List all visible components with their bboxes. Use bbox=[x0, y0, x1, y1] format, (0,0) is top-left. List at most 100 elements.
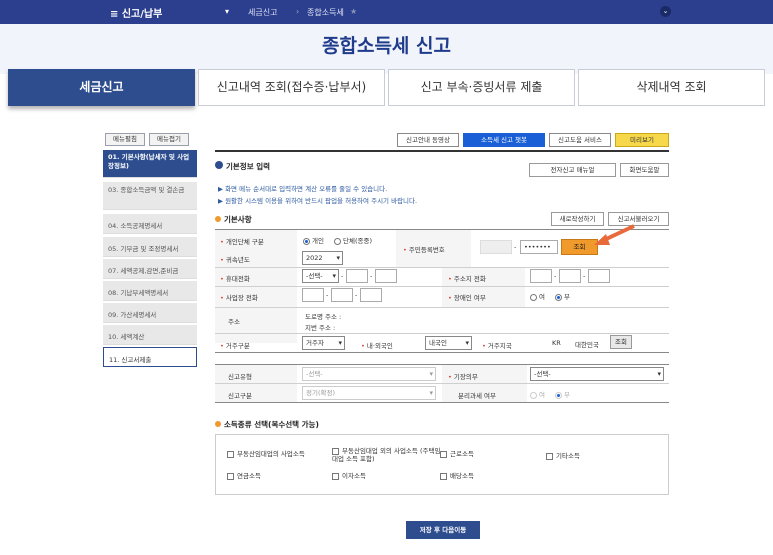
bookkeeping-label: • 기장의무 bbox=[448, 373, 478, 381]
tab-tax-return[interactable]: 세금신고 bbox=[8, 69, 195, 106]
rrn-back-field[interactable]: ••••••• bbox=[520, 240, 558, 254]
divider bbox=[215, 383, 669, 384]
chevron-down-icon[interactable]: ⌄ bbox=[660, 6, 671, 17]
main-menu-button[interactable]: ≡ 신고/납부 bbox=[110, 5, 162, 20]
disabled-label: • 장애인 여부 bbox=[448, 294, 486, 302]
dash: - bbox=[554, 272, 557, 280]
year-select[interactable]: 2022 bbox=[302, 251, 343, 265]
expand-menu-button[interactable]: 메뉴펼침 bbox=[105, 133, 145, 146]
breadcrumb-income-tax[interactable]: 종합소득세 bbox=[307, 7, 344, 18]
breadcrumb-tax-return[interactable]: 세금신고 bbox=[248, 7, 277, 18]
info-bullet-icon bbox=[215, 161, 223, 169]
income-rental-checkbox[interactable]: 부동산임대업의 사업소득 bbox=[227, 448, 305, 458]
income-pension-checkbox[interactable]: 연금소득 bbox=[227, 470, 261, 480]
favorite-star-icon[interactable]: ★ bbox=[350, 7, 357, 16]
biz-phone-label: • 사업장 전화 bbox=[220, 294, 258, 302]
checkbox-icon[interactable] bbox=[546, 452, 553, 460]
person-type-individual[interactable]: 개인 bbox=[303, 235, 324, 245]
road-address: 도로명 주소 : bbox=[305, 313, 342, 321]
income-box bbox=[215, 434, 669, 495]
radio-icon[interactable] bbox=[530, 391, 537, 399]
tab-attachments[interactable]: 신고 부속·증빙서류 제출 bbox=[388, 69, 575, 106]
income-business-checkbox[interactable]: 부동산임대업 외의 사업소득 (주택임대업 소득 포함) bbox=[332, 447, 442, 463]
mobile-prefix-select[interactable]: -선택- bbox=[302, 269, 339, 283]
radio-selected-icon[interactable] bbox=[303, 237, 310, 245]
disabled-yes[interactable]: 여 bbox=[530, 291, 545, 301]
section-basic-info: 기본정보 입력 bbox=[215, 161, 270, 172]
sidebar-item-prepaid[interactable]: 08. 기납부세액명세서 bbox=[103, 281, 197, 301]
home-phone-2-field[interactable] bbox=[559, 269, 581, 283]
section-basic-label: 기본사항 bbox=[224, 215, 252, 224]
divider bbox=[215, 267, 669, 268]
mobile-label: • 휴대전화 bbox=[220, 275, 250, 283]
address-label: 주소 bbox=[228, 318, 240, 326]
checkbox-icon[interactable] bbox=[332, 447, 339, 455]
nationality-select[interactable]: 내국인 bbox=[425, 336, 472, 350]
income-interest-checkbox[interactable]: 이자소득 bbox=[332, 470, 366, 480]
biz-phone-1-field[interactable] bbox=[302, 288, 324, 302]
mobile-last-field[interactable] bbox=[375, 269, 397, 283]
income-wage-checkbox[interactable]: 근로소득 bbox=[440, 448, 474, 458]
breadcrumb-separator-icon: › bbox=[296, 7, 300, 16]
dash: - bbox=[370, 272, 373, 280]
menu-dropdown-icon[interactable]: ▾ bbox=[225, 7, 229, 16]
filing-kind-select[interactable]: 정기(확정) bbox=[302, 386, 436, 400]
collapse-menu-button[interactable]: 메뉴접기 bbox=[149, 133, 189, 146]
guide-video-button[interactable]: 신고안내 동영상 bbox=[397, 133, 459, 147]
country-code: KR bbox=[552, 339, 561, 347]
checkbox-icon[interactable] bbox=[227, 450, 234, 458]
sidebar-item-basic[interactable]: 01. 기본사항(납세자 및 사업장정보) bbox=[103, 150, 197, 178]
radio-selected-icon[interactable] bbox=[555, 293, 562, 301]
home-phone-1-field[interactable] bbox=[530, 269, 552, 283]
sidebar-item-credit[interactable]: 07. 세액공제,감면,준비금 bbox=[103, 259, 197, 279]
radio-selected-icon[interactable] bbox=[555, 391, 562, 399]
checkbox-icon[interactable] bbox=[227, 472, 234, 480]
sidebar-item-penalty[interactable]: 09. 가산세명세서 bbox=[103, 303, 197, 323]
chatbot-button[interactable]: 소득세 신고 챗봇 bbox=[463, 133, 545, 147]
sidebar-item-donation[interactable]: 05. 기부금 및 조정명세서 bbox=[103, 237, 197, 257]
sidebar-item-submit[interactable]: 11. 신고서제출 bbox=[103, 347, 197, 367]
checkbox-icon[interactable] bbox=[440, 450, 447, 458]
bookkeeping-select[interactable]: -선택- bbox=[530, 367, 664, 381]
e-filing-manual-button[interactable]: 전자신고 매뉴얼 bbox=[529, 163, 616, 177]
section-income-title: 소득종류 선택(복수선택 가능) bbox=[224, 420, 319, 429]
dash: - bbox=[341, 272, 344, 280]
residence-select[interactable]: 거주자 bbox=[302, 336, 345, 350]
divider bbox=[215, 150, 669, 152]
help-service-button[interactable]: 신고도움 서비스 bbox=[549, 133, 611, 147]
page-title: 종합소득세 신고 bbox=[322, 35, 451, 57]
screen-help-button[interactable]: 화면도움말 bbox=[620, 163, 669, 177]
person-type-group[interactable]: 단체(종중) bbox=[334, 235, 372, 245]
biz-phone-3-field[interactable] bbox=[360, 288, 382, 302]
income-dividend-checkbox[interactable]: 배당소득 bbox=[440, 470, 474, 480]
checkbox-icon[interactable] bbox=[332, 472, 339, 480]
preview-button[interactable]: 미리보기 bbox=[615, 133, 669, 147]
pointer-arrow-icon bbox=[594, 224, 635, 245]
separate-tax-no[interactable]: 부 bbox=[555, 389, 570, 399]
radio-icon[interactable] bbox=[334, 237, 341, 245]
checkbox-icon[interactable] bbox=[440, 472, 447, 480]
biz-phone-2-field[interactable] bbox=[331, 288, 353, 302]
divider bbox=[215, 333, 669, 334]
filing-kind-label: 신고구분 bbox=[228, 392, 252, 400]
divider bbox=[215, 286, 669, 287]
disabled-no[interactable]: 부 bbox=[555, 291, 570, 301]
filing-type-select[interactable]: -선택- bbox=[302, 367, 436, 381]
mobile-middle-field[interactable] bbox=[346, 269, 368, 283]
tab-history[interactable]: 신고내역 조회(접수증·납부서) bbox=[198, 69, 385, 106]
tab-deleted[interactable]: 삭제내역 조회 bbox=[578, 69, 765, 106]
sidebar-item-calc[interactable]: 10. 세액계산 bbox=[103, 325, 197, 345]
section-basic: 기본사항 bbox=[215, 214, 252, 225]
rrn-front-field[interactable] bbox=[480, 240, 512, 254]
top-navigation-bar: ≡ 신고/납부 ▾ 세금신고 › 종합소득세 ★ ⌄ bbox=[0, 0, 773, 24]
home-phone-3-field[interactable] bbox=[588, 269, 610, 283]
country-label: • 거주지국 bbox=[482, 342, 512, 350]
save-next-button[interactable]: 저장 후 다음이동 bbox=[406, 521, 480, 539]
year-label: • 귀속년도 bbox=[220, 256, 250, 264]
sidebar-item-income[interactable]: 03. 종합소득금액 및 결손금 bbox=[103, 182, 197, 210]
sidebar-item-deduction[interactable]: 04. 소득공제명세서 bbox=[103, 214, 197, 234]
radio-icon[interactable] bbox=[530, 293, 537, 301]
country-inquire-button[interactable]: 조회 bbox=[610, 335, 632, 349]
income-other-checkbox[interactable]: 기타소득 bbox=[546, 450, 580, 460]
separate-tax-yes[interactable]: 여 bbox=[530, 389, 545, 399]
